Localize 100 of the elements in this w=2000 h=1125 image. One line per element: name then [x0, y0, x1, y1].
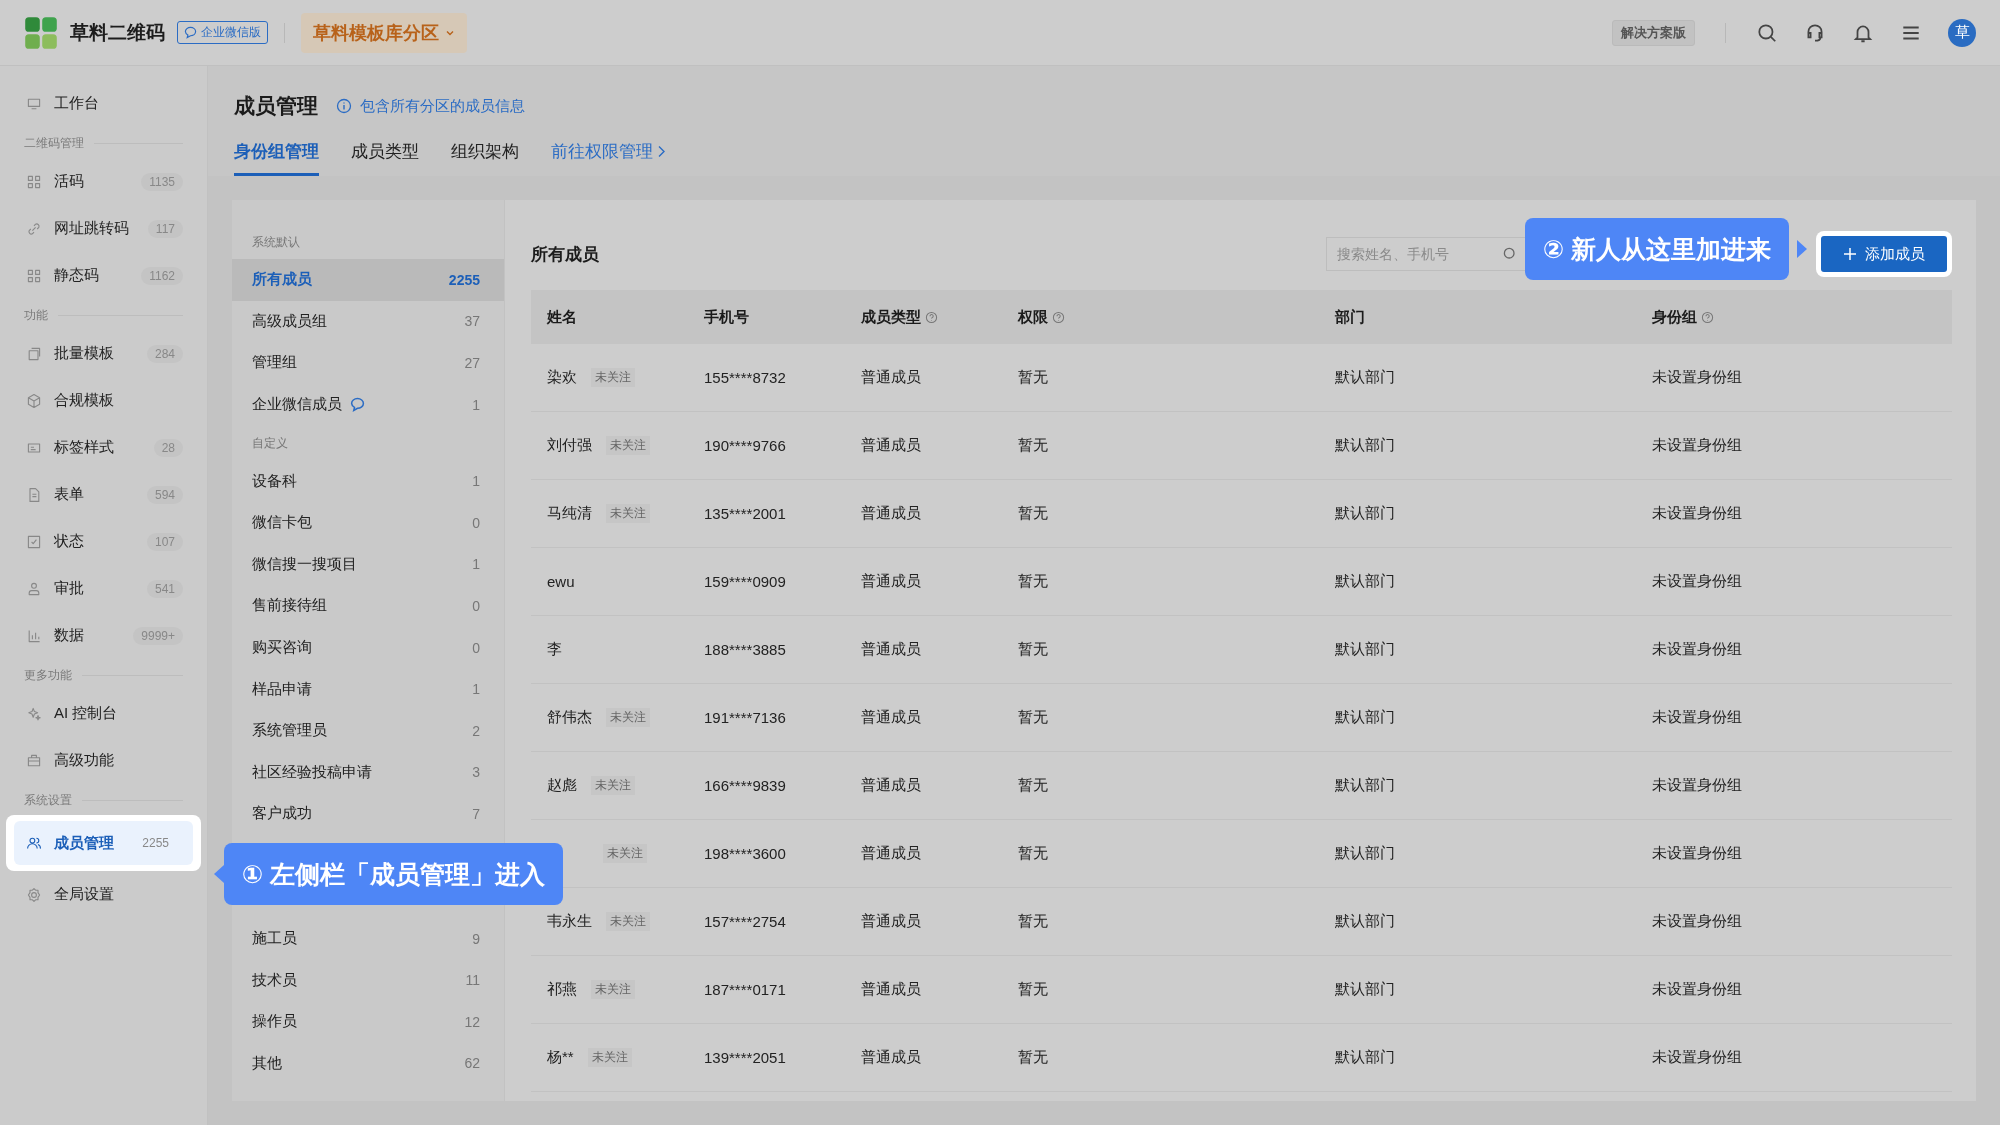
group-item[interactable]: 样品申请 1	[232, 668, 504, 710]
group-item[interactable]: 客户成功 7	[232, 793, 504, 835]
table-cell: 未设置身份组	[1652, 436, 1742, 453]
table-cell: 未设置身份组	[1652, 776, 1742, 793]
add-member-button[interactable]: 添加成员	[1821, 236, 1947, 272]
sidebar-icon	[26, 533, 42, 550]
table-cell: 155****8732	[704, 369, 786, 386]
plus-icon	[1843, 247, 1857, 261]
table-cell: 未设置身份组	[1652, 640, 1742, 657]
table-cell: 默认部门	[1335, 572, 1395, 589]
column-header: 手机号	[704, 307, 749, 327]
sidebar-icon	[26, 705, 42, 722]
sidebar-item[interactable]: 活码 1135	[8, 158, 199, 205]
column-header: 部门	[1335, 307, 1365, 327]
table-cell: 暂无	[1018, 776, 1048, 793]
table-cell: 默认部门	[1335, 504, 1395, 521]
tab[interactable]: 成员类型	[351, 134, 419, 176]
table-cell: 默认部门	[1335, 912, 1395, 929]
sidebar-icon	[26, 580, 42, 597]
item-count: 1135	[141, 172, 183, 191]
table-cell: 157****2754	[704, 913, 786, 930]
table-cell: 188****3885	[704, 641, 786, 658]
group-item[interactable]: 其他 62	[232, 1042, 504, 1085]
member-name: 舒伟杰	[547, 708, 592, 727]
table-cell: 默认部门	[1335, 1048, 1395, 1065]
sidebar-item[interactable]: AI 控制台	[8, 690, 199, 737]
sidebar-item[interactable]: 审批 541	[8, 565, 199, 612]
sidebar-heading: 更多功能	[24, 667, 72, 684]
group-item[interactable]: 技术员 11	[232, 959, 504, 1001]
tab[interactable]: 组织架构	[451, 134, 519, 176]
edition-label: 企业微信版	[201, 24, 261, 41]
search-icon[interactable]	[1756, 21, 1778, 44]
item-count: 9999+	[133, 626, 183, 645]
group-item[interactable]: 企业微信成员 1	[232, 383, 504, 426]
sidebar-item[interactable]: 成员管理 2255	[14, 821, 193, 865]
sidebar-icon	[26, 752, 42, 769]
sidebar-icon	[26, 392, 42, 409]
sidebar-item[interactable]: 网址跳转码 117	[8, 205, 199, 252]
sidebar-item[interactable]: 标签样式 28	[8, 424, 199, 471]
sidebar-item[interactable]: 合规模板	[8, 377, 199, 424]
callout-bubble: ② 新人从这里加进来	[1525, 218, 1790, 280]
table-cell: 未设置身份组	[1652, 504, 1742, 521]
table-cell: 普通成员	[861, 436, 921, 453]
avatar[interactable]: 草	[1948, 18, 1976, 47]
table-cell: 未设置身份组	[1652, 844, 1742, 861]
sidebar-item[interactable]: 批量模板 284	[8, 330, 199, 377]
sidebar-heading: 二维码管理	[24, 135, 84, 152]
group-item[interactable]: 社区经验投稿申请 3	[232, 751, 504, 794]
sidebar-item[interactable]: 高级功能	[8, 737, 199, 784]
sidebar-item[interactable]: 工作台	[8, 80, 199, 127]
item-count: 1162	[141, 266, 183, 285]
chat-bubble-icon	[350, 397, 365, 413]
member-name: 韦永生	[547, 912, 592, 931]
sidebar-item[interactable]: 全局设置	[8, 871, 199, 918]
group-item[interactable]: 施工员 9	[232, 917, 504, 960]
sidebar-icon	[26, 627, 42, 644]
item-count: 541	[146, 579, 183, 598]
table-cell: 暂无	[1018, 980, 1048, 997]
table-cell: 默认部门	[1335, 368, 1395, 385]
table-cell: 默认部门	[1335, 776, 1395, 793]
sidebar-item[interactable]: 数据 9999+	[8, 612, 199, 659]
table-cell: 普通成员	[861, 708, 921, 725]
item-count: 2255	[141, 835, 170, 852]
table-cell: 普通成员	[861, 640, 921, 657]
group-item[interactable]: 售前接待组 0	[232, 585, 504, 627]
logo-icon	[24, 15, 58, 50]
group-item[interactable]: 微信卡包 0	[232, 501, 504, 544]
group-item[interactable]: 高级成员组 37	[232, 300, 504, 343]
page-title: 成员管理	[234, 93, 318, 119]
sidebar-item[interactable]: 静态码 1162	[8, 252, 199, 299]
sidebar-item[interactable]: 表单 594	[8, 471, 199, 518]
help-icon	[925, 310, 938, 324]
table-cell: 暂无	[1018, 368, 1048, 385]
item-count: 284	[146, 344, 183, 363]
table-cell: 159****0909	[704, 573, 786, 590]
table-cell: 暂无	[1018, 912, 1048, 929]
item-count: 117	[147, 219, 183, 238]
sidebar-item[interactable]: 状态 107	[8, 518, 199, 565]
search-field[interactable]: 搜索姓名、手机号	[1326, 237, 1526, 271]
sidebar-icon	[26, 173, 42, 190]
info-text: 包含所有分区的成员信息	[360, 96, 525, 116]
table-cell: 187****0171	[704, 981, 786, 998]
group-item[interactable]: 设备科 1	[232, 460, 504, 502]
help-icon	[1052, 310, 1065, 324]
table-cell: 未设置身份组	[1652, 572, 1742, 589]
status-tag: 未关注	[591, 776, 635, 795]
group-item[interactable]: 购买咨询 0	[232, 626, 504, 669]
table-cell: 默认部门	[1335, 436, 1395, 453]
table-cell: 未设置身份组	[1652, 1048, 1742, 1065]
group-item[interactable]: 操作员 12	[232, 1000, 504, 1043]
table-cell: 暂无	[1018, 504, 1048, 521]
status-tag: 未关注	[603, 844, 647, 863]
table-cell: 135****2001	[704, 505, 786, 522]
group-item[interactable]: 管理组 27	[232, 342, 504, 384]
table-cell: 191****7136	[704, 709, 786, 726]
chevron-icon	[657, 145, 666, 158]
group-item[interactable]: 系统管理员 2	[232, 709, 504, 752]
table-cell: 默认部门	[1335, 640, 1395, 657]
group-item[interactable]: 微信搜一搜项目 1	[232, 543, 504, 586]
table-cell: 暂无	[1018, 844, 1048, 861]
